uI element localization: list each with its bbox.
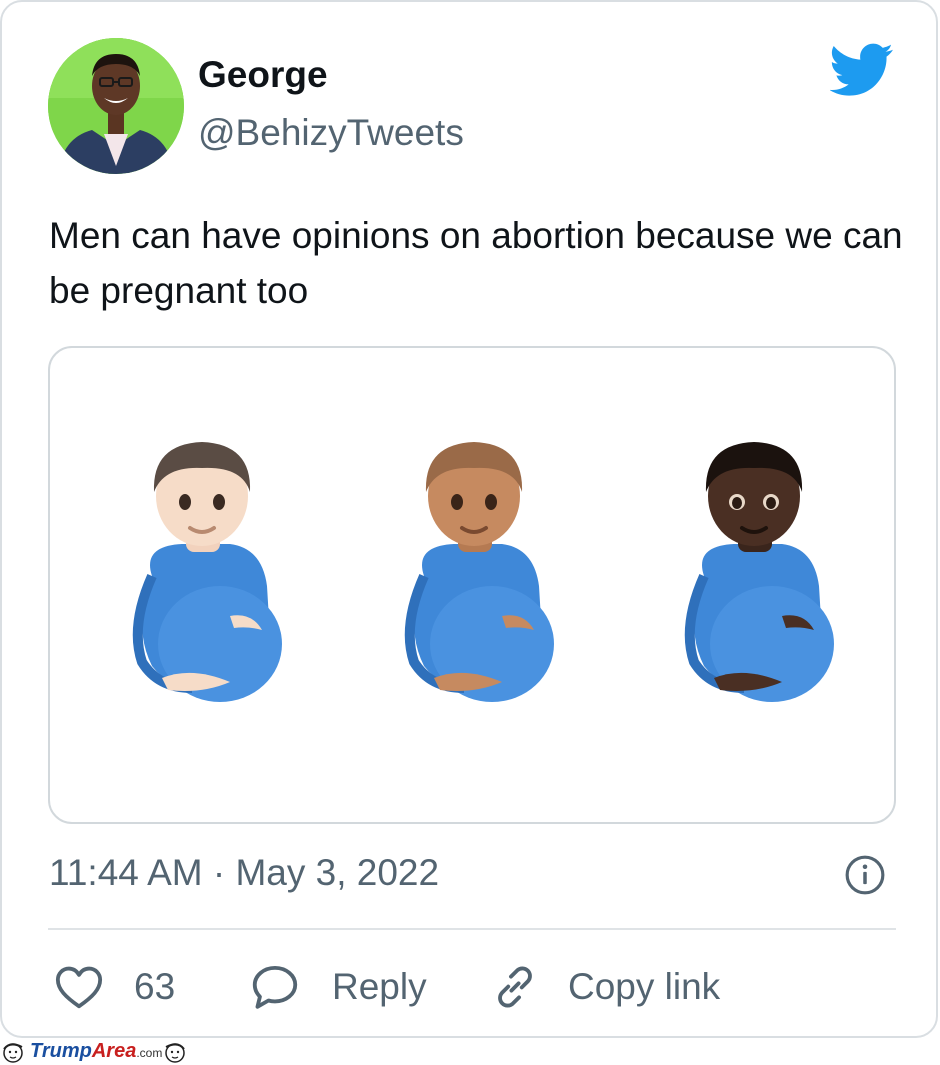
- author-display-name[interactable]: George: [198, 54, 328, 96]
- pregnant-man-dark-skin-emoji: [684, 442, 834, 702]
- trumparea-watermark: TrumpArea.com: [0, 1038, 230, 1065]
- tweet-actions: 63 Reply Copy link: [2, 952, 940, 1022]
- watermark-suffix: .com: [136, 1046, 163, 1060]
- heart-icon: [55, 966, 103, 1009]
- info-icon[interactable]: [844, 854, 886, 896]
- watermark-part-area: Area: [91, 1040, 137, 1062]
- tweet-timestamp[interactable]: 11:44 AM · May 3, 2022: [49, 852, 439, 894]
- pregnant-man-medium-skin-emoji: [404, 442, 554, 702]
- like-button[interactable]: 63: [52, 952, 175, 1022]
- tweet-card: George @BehizyTweets Men can have opinio…: [0, 0, 938, 1038]
- reply-button[interactable]: Reply: [248, 952, 427, 1022]
- like-count: 63: [134, 966, 176, 1007]
- tweet-media-image[interactable]: [48, 346, 896, 824]
- twitter-bird-icon[interactable]: [830, 42, 894, 98]
- watermark-text: TrumpArea.com: [30, 1040, 162, 1063]
- divider: [48, 928, 896, 930]
- avatar-photo: [48, 38, 184, 174]
- cartoon-face-icon: [165, 1042, 186, 1063]
- copy-link-label: Copy link: [568, 966, 721, 1007]
- link-icon: [498, 966, 532, 1008]
- cartoon-face-icon: [3, 1042, 23, 1063]
- avatar[interactable]: [48, 38, 184, 174]
- pregnant-man-light-skin-emoji: [132, 442, 282, 702]
- reply-label: Reply: [332, 966, 427, 1007]
- copy-link-button[interactable]: Copy link: [488, 952, 720, 1022]
- reply-bubble-icon: [252, 965, 298, 1009]
- tweet-text: Men can have opinions on abortion becaus…: [49, 215, 903, 311]
- author-handle[interactable]: @BehizyTweets: [198, 112, 464, 154]
- watermark-part-trump: Trump: [30, 1040, 92, 1062]
